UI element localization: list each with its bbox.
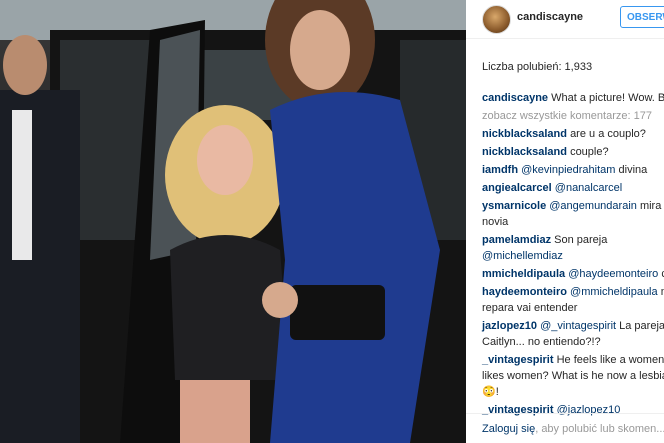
comment-text-line2: likes women? What is he now a lesbia [482, 370, 664, 382]
comment-mention[interactable]: @haydeemonteiro [568, 268, 658, 280]
comment-mention[interactable]: @kevinpiedrahitam [521, 164, 615, 176]
comment: nickblacksaland are u a couplo? [482, 126, 664, 142]
login-prompt-text: Zaloguj się, aby polubić lub skomen... [482, 423, 664, 435]
comment-username[interactable]: jazlopez10 [482, 320, 537, 332]
comment: ysmarnicole @angemundarain mira a novia [482, 198, 664, 230]
comment-mention[interactable]: @mmicheldipaula [570, 286, 658, 298]
login-link[interactable]: Zaloguj się [482, 423, 535, 435]
comment-mention[interactable]: @nanalcarcel [555, 182, 622, 194]
comment-username[interactable]: iamdfh [482, 164, 518, 176]
comment-text: divina [618, 164, 648, 176]
login-prompt-rest: , aby polubić lub skomen... [535, 423, 664, 435]
comment: mmicheldipaula @haydeemonteiro ca [482, 266, 664, 282]
post-header: candiscayne OBSERWUJ [466, 0, 664, 39]
comment-text-line2: repara vai entender [482, 302, 578, 314]
see-all-comments-link[interactable]: zobacz wszystkie komentarze: 177 [482, 108, 664, 124]
comment: nickblacksaland couple? [482, 144, 664, 160]
comment-username[interactable]: nickblacksaland [482, 146, 567, 158]
comment-username[interactable]: mmicheldipaula [482, 268, 565, 280]
caption: candiscayne What a picture! Wow. Broadwa… [482, 90, 664, 106]
post-photo [0, 0, 466, 443]
comment-text: He feels like a women l [556, 354, 664, 366]
comment-username[interactable]: nickblacksaland [482, 128, 567, 140]
comment: jazlopez10 @_vintagespirit La pareja d C… [482, 318, 664, 350]
caption-username[interactable]: candiscayne [482, 92, 548, 104]
comment-username[interactable]: ysmarnicole [482, 200, 546, 212]
likes-count[interactable]: Liczba polubień: 1,933 [482, 61, 592, 73]
comment-text: mira a [639, 200, 664, 212]
comment: pamelamdiaz Son pareja @michellemdiaz [482, 232, 664, 264]
comment-list: candiscayne What a picture! Wow. Broadwa… [482, 90, 664, 420]
comment: _vintagespirit He feels like a women l l… [482, 352, 664, 400]
comment-text: couple? [570, 146, 609, 158]
follow-button[interactable]: OBSERWUJ [620, 6, 664, 28]
comment: iamdfh @kevinpiedrahitam divina [482, 162, 664, 178]
comment-text: La pareja d [619, 320, 664, 332]
comment-mention[interactable]: @angemundarain [549, 200, 637, 212]
photo-scene [0, 0, 466, 443]
comment-username[interactable]: angiealcarcel [482, 182, 552, 194]
comment-username[interactable]: _vintagespirit [482, 354, 554, 366]
login-prompt: Zaloguj się, aby polubić lub skomen... [466, 413, 664, 443]
comment-text-line2: novia [482, 216, 509, 228]
avatar[interactable] [482, 5, 511, 34]
caption-text: What a picture! Wow. Broadway! [551, 92, 664, 104]
comment-username[interactable]: pamelamdiaz [482, 234, 551, 246]
comment-text-line3: 😳! [482, 386, 499, 398]
author-username[interactable]: candiscayne [517, 11, 583, 23]
post-sidebar: candiscayne OBSERWUJ Liczba polubień: 1,… [466, 0, 664, 443]
comment: haydeemonteiro @mmicheldipaula ma repara… [482, 284, 664, 316]
comment: angiealcarcel @nanalcarcel [482, 180, 664, 196]
comment-username[interactable]: haydeemonteiro [482, 286, 567, 298]
comment-text-line2: Caitlyn... no entiendo?!? [482, 336, 601, 348]
comment-text: Son pareja [554, 234, 608, 246]
comment-mention[interactable]: @michellemdiaz [482, 250, 563, 262]
comment-text: are u a couplo? [570, 128, 646, 140]
comment-mention[interactable]: @_vintagespirit [540, 320, 616, 332]
